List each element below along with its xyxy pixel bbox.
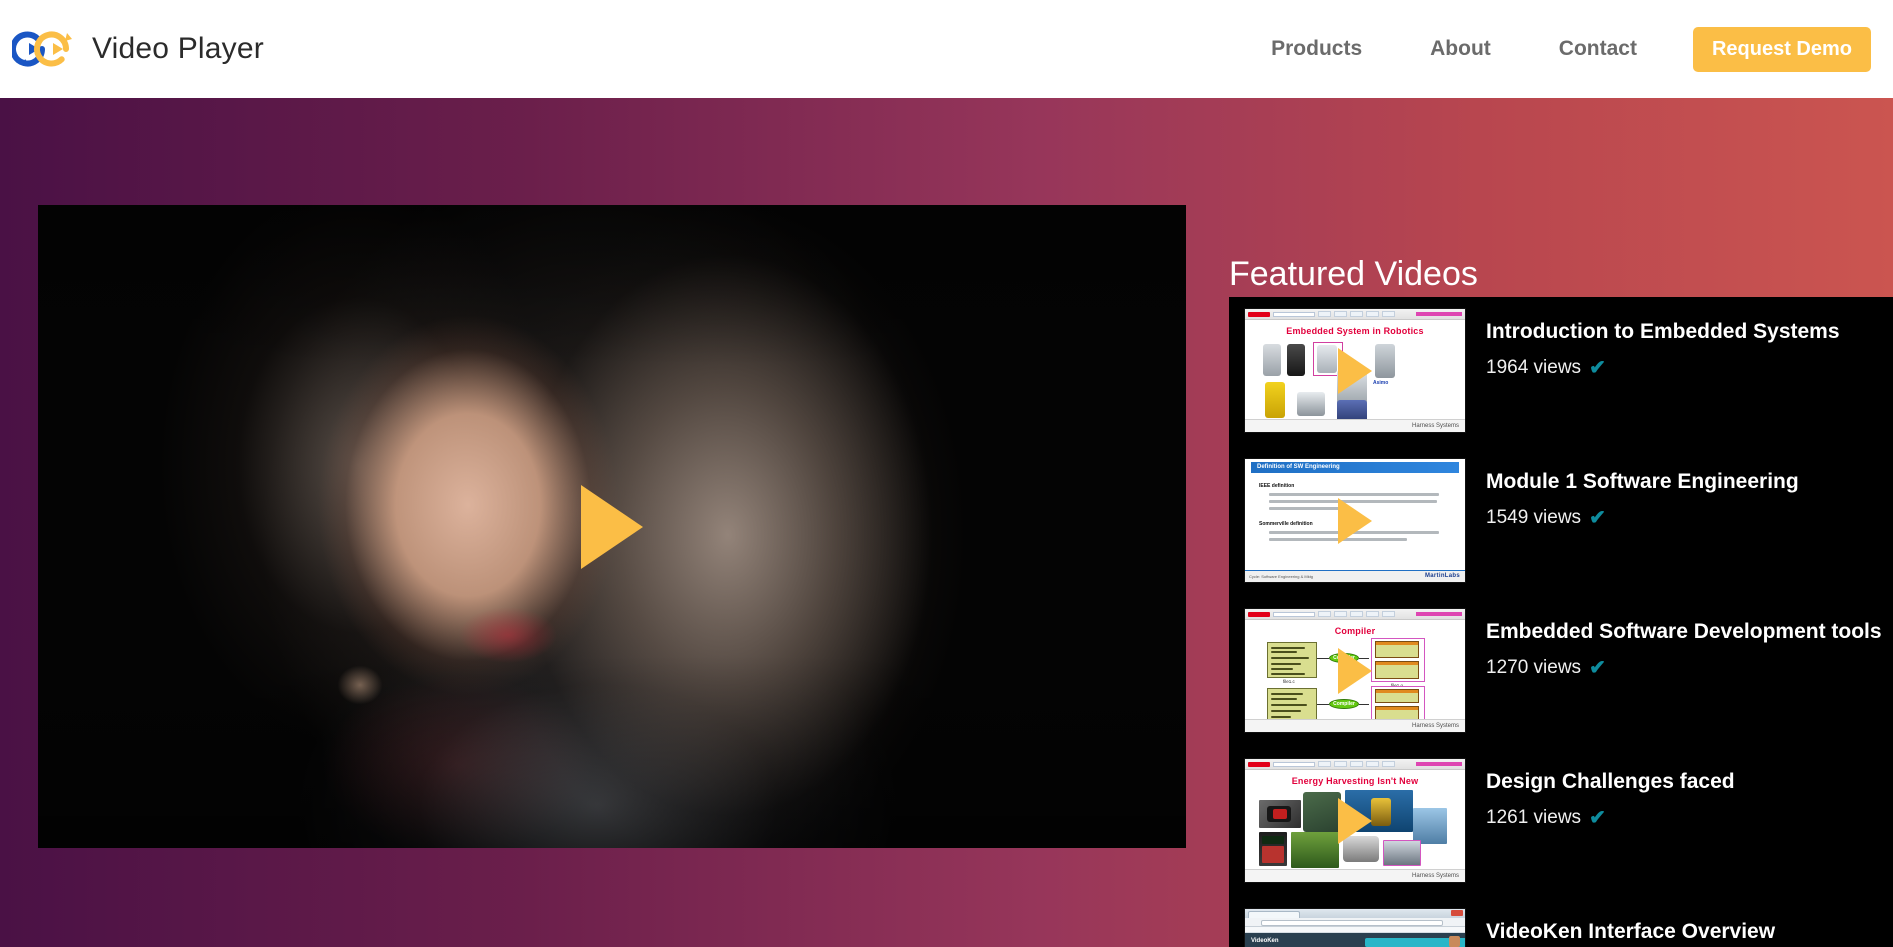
main-nav: Products About Contact Request Demo [1271, 26, 1893, 72]
verified-check-icon: ✔ [1589, 807, 1606, 830]
hero-stage: Featured Videos Embedded System in Robot… [0, 98, 1893, 947]
video-title: Introduction to Embedded Systems [1486, 320, 1840, 343]
featured-videos-heading: Featured Videos [1229, 255, 1478, 293]
nav-item-products[interactable]: Products [1271, 37, 1362, 61]
slide-subheading-1: IEEE definition [1259, 483, 1295, 489]
play-triangle-icon[interactable] [581, 484, 643, 569]
thumbnail-play-icon[interactable] [1338, 647, 1372, 694]
video-views: 1270 views [1486, 657, 1582, 679]
brand-logo[interactable]: Video Player [12, 19, 264, 79]
video-thumbnail[interactable]: Energy Harvesting Isn't New Harness Syst [1244, 758, 1466, 883]
slide-footer: Cycle: Software Engineering & Mktg Marti… [1245, 570, 1465, 582]
verified-check-icon: ✔ [1589, 657, 1606, 680]
brand-name: Video Player [92, 32, 264, 65]
video-meta: VideoKen Interface Overview [1466, 908, 1775, 944]
video-views: 1964 views [1486, 357, 1582, 379]
site-header: Video Player Products About Contact Requ… [0, 0, 1893, 98]
thumbnail-play-icon[interactable] [1338, 347, 1372, 394]
slide-toolbar [1245, 609, 1465, 620]
video-meta: Module 1 Software Engineering 1549 views… [1466, 458, 1799, 529]
nav-item-contact[interactable]: Contact [1559, 37, 1637, 61]
slide-toolbar [1245, 759, 1465, 770]
video-meta: Introduction to Embedded Systems 1964 vi… [1466, 308, 1840, 379]
video-meta: Embedded Software Development tools 1270… [1466, 608, 1882, 679]
video-title: Design Challenges faced [1486, 770, 1735, 793]
request-demo-button[interactable]: Request Demo [1692, 26, 1871, 72]
slide-heading: Definition of SW Engineering [1251, 462, 1459, 473]
video-title: VideoKen Interface Overview [1486, 920, 1776, 943]
video-title: Embedded Software Development tools [1486, 620, 1882, 643]
video-views: 1261 views [1486, 807, 1582, 829]
browser-screenshot: VideoKen Create Playlist [1245, 909, 1465, 947]
videoken-logo: VideoKen [1251, 938, 1279, 944]
video-views-row: 1270 views ✔ [1486, 657, 1882, 679]
slide-heading: Energy Harvesting Isn't New [1291, 776, 1419, 786]
video-views-row: 1549 views ✔ [1486, 507, 1799, 529]
video-thumbnail[interactable]: Embedded System in Robotics Robovie-mami… [1244, 308, 1466, 433]
list-item[interactable]: VideoKen Create Playlist VideoKe [1229, 897, 1893, 947]
thumbnail-play-icon[interactable] [1338, 497, 1372, 544]
slide-heading: Compiler [1334, 626, 1376, 636]
slide-footer: Harness Systems [1245, 869, 1465, 882]
main-video-player[interactable] [38, 205, 1186, 848]
slide-footer: Harness Systems [1245, 419, 1465, 432]
thumbnail-play-icon[interactable] [1338, 797, 1372, 844]
slide-footer: Harness Systems [1245, 719, 1465, 732]
list-item[interactable]: Energy Harvesting Isn't New Harness Syst [1229, 747, 1893, 897]
featured-videos-list[interactable]: Embedded System in Robotics Robovie-mami… [1229, 297, 1893, 947]
slide-heading: Embedded System in Robotics [1286, 326, 1424, 336]
video-thumbnail[interactable]: VideoKen Create Playlist [1244, 908, 1466, 947]
verified-check-icon: ✔ [1589, 357, 1606, 380]
video-meta: Design Challenges faced 1261 views ✔ [1466, 758, 1735, 829]
video-thumbnail[interactable]: Definition of SW Engineering IEEE defini… [1244, 458, 1466, 583]
video-thumbnail[interactable]: Compiler file1.c Compiler file1.o Compil… [1244, 608, 1466, 733]
verified-check-icon: ✔ [1589, 507, 1606, 530]
slide-subheading-2: Sommerville definition [1259, 521, 1313, 527]
video-views: 1549 views [1486, 507, 1582, 529]
list-item[interactable]: Embedded System in Robotics Robovie-mami… [1229, 297, 1893, 447]
list-item[interactable]: Compiler file1.c Compiler file1.o Compil… [1229, 597, 1893, 747]
slide-toolbar [1245, 309, 1465, 320]
video-title: Module 1 Software Engineering [1486, 470, 1799, 493]
nav-item-about[interactable]: About [1430, 37, 1491, 61]
list-item[interactable]: Definition of SW Engineering IEEE defini… [1229, 447, 1893, 597]
video-player-logo-icon [12, 31, 72, 67]
video-views-row: 1964 views ✔ [1486, 357, 1840, 379]
video-views-row: 1261 views ✔ [1486, 807, 1735, 829]
